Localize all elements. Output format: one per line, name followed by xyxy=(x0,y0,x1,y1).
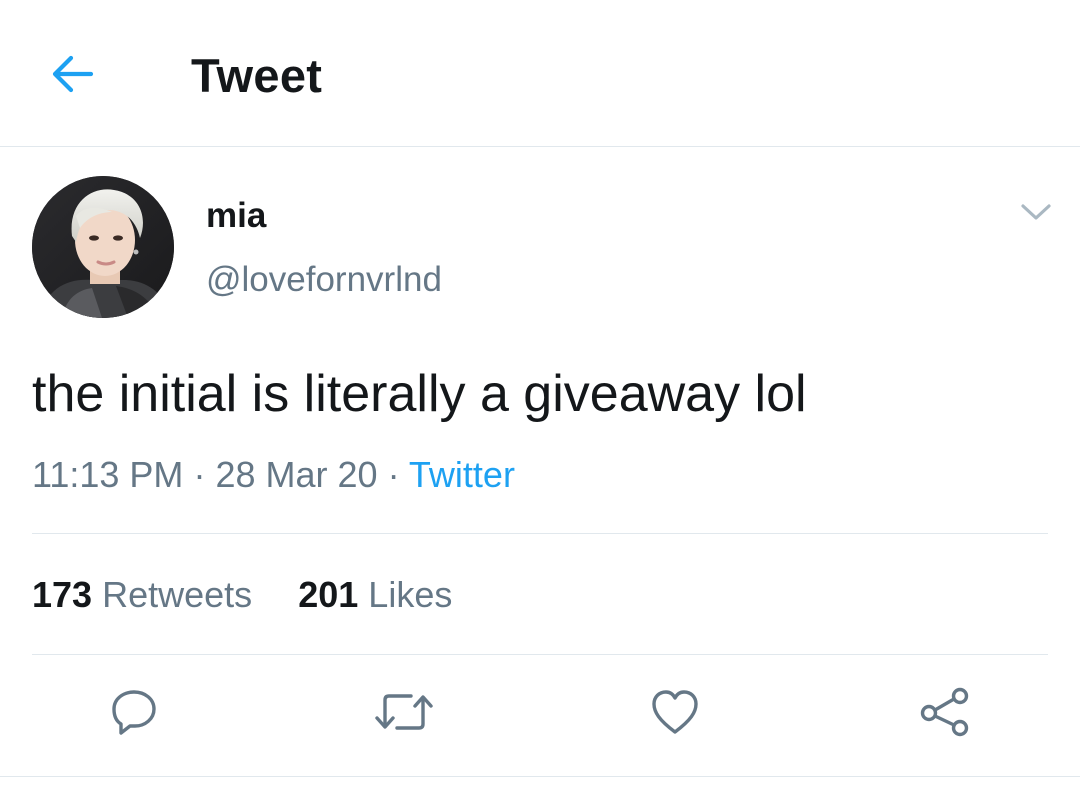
meta-separator: · xyxy=(193,454,206,495)
tweet-stats: 173 Retweets 201 Likes xyxy=(32,572,452,618)
divider xyxy=(32,533,1048,534)
back-button[interactable] xyxy=(44,48,100,104)
likes-label: Likes xyxy=(368,574,453,615)
retweets-label: Retweets xyxy=(102,574,253,615)
tweet-source-link[interactable]: Twitter xyxy=(409,454,515,495)
share-icon xyxy=(917,686,973,743)
tweet-text: the initial is literally a giveaway lol xyxy=(32,365,807,423)
avatar[interactable] xyxy=(32,176,174,318)
author-handle[interactable]: @lovefornvrlnd xyxy=(206,258,442,302)
page-title: Tweet xyxy=(191,49,323,102)
like-button[interactable] xyxy=(643,684,707,744)
tweet-meta: 11:13 PM · 28 Mar 20 · Twitter xyxy=(32,452,515,498)
reply-button[interactable] xyxy=(102,684,166,744)
divider xyxy=(32,654,1048,655)
app-header: Tweet xyxy=(0,0,1080,147)
retweet-icon xyxy=(373,690,435,739)
likes-stat[interactable]: 201 Likes xyxy=(298,574,452,615)
tweet-time: 11:13 PM xyxy=(32,454,184,495)
bottom-divider xyxy=(0,776,1080,777)
arrow-left-icon xyxy=(49,54,95,99)
retweets-count: 173 xyxy=(32,574,93,615)
meta-separator: · xyxy=(387,454,400,495)
likes-count: 201 xyxy=(298,574,359,615)
chevron-down-icon xyxy=(1019,202,1053,227)
retweets-stat[interactable]: 173 Retweets xyxy=(32,574,252,615)
more-options-button[interactable] xyxy=(1014,196,1058,232)
reply-icon xyxy=(108,687,160,742)
author-display-name[interactable]: mia xyxy=(206,194,266,238)
retweet-button[interactable] xyxy=(372,684,436,744)
tweet-date: 28 Mar 20 xyxy=(215,454,378,495)
share-button[interactable] xyxy=(913,684,977,744)
heart-icon xyxy=(649,688,701,741)
